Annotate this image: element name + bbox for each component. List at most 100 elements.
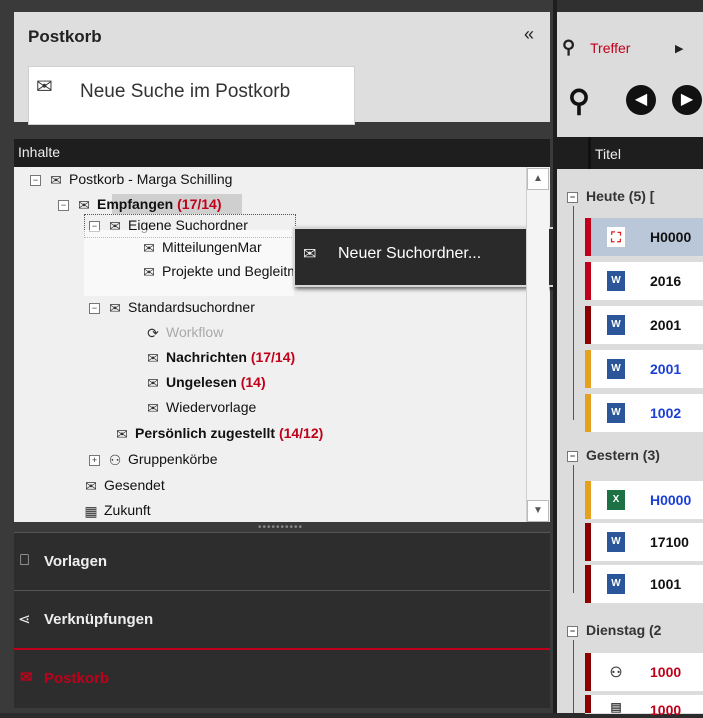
nav-label: Postkorb: [44, 670, 110, 687]
envelope-icon: ✉: [78, 197, 90, 214]
chevron-right-icon[interactable]: ▶: [675, 42, 683, 55]
collapse-toggle-icon[interactable]: −: [30, 174, 41, 186]
tree-label: Nachrichten: [166, 349, 247, 365]
tree-label: Empfangen: [97, 196, 174, 212]
word-icon: W: [607, 574, 625, 594]
group-label: Gestern (3): [586, 447, 660, 463]
new-search-label: Neue Suche im Postkorb: [80, 81, 291, 102]
collapse-toggle-icon[interactable]: −: [89, 302, 100, 314]
envelope-icon: ✉: [50, 172, 62, 189]
table-row[interactable]: [585, 565, 703, 604]
workflow-icon: ⟳: [147, 325, 159, 342]
scroll-up-icon[interactable]: ▲: [527, 168, 549, 190]
tree-label: Postkorb - Marga Schilling: [69, 171, 233, 187]
collapse-toggle-icon[interactable]: −: [567, 191, 578, 203]
group-label: Heute (5): [586, 188, 646, 204]
word-icon: W: [607, 403, 625, 423]
next-icon[interactable]: ▶: [672, 85, 702, 115]
collapse-icon[interactable]: «: [524, 24, 534, 45]
table-row[interactable]: [585, 350, 703, 389]
row-title: 2001: [650, 361, 682, 377]
tree-item-empfangen[interactable]: − ✉ Empfangen (17/14): [58, 194, 221, 214]
column-header-titel[interactable]: Titel: [595, 146, 621, 162]
status-bar: [585, 394, 591, 432]
row-title: H0000: [650, 229, 692, 245]
tree-label: Gruppenkörbe: [128, 451, 218, 467]
tree-item-root[interactable]: − ✉ Postkorb - Marga Schilling: [30, 169, 232, 189]
tree-line: [573, 206, 574, 420]
contents-header-bar: [14, 139, 550, 167]
count-badge: (17/14): [177, 196, 222, 212]
tree-item-workflow[interactable]: ⟳ Workflow: [144, 322, 223, 342]
tree-item-standardsuchordner[interactable]: − ✉ Standardsuchordner: [89, 297, 255, 317]
nav-verknuepfungen[interactable]: ⋖ Verknüpfungen: [14, 590, 550, 649]
panel-title: Postkorb: [28, 27, 102, 46]
scroll-down-icon[interactable]: ▼: [527, 500, 549, 522]
tree-label: Wiedervorlage: [166, 399, 257, 415]
table-row[interactable]: [585, 653, 703, 692]
table-row[interactable]: [585, 306, 703, 345]
table-row[interactable]: [585, 262, 703, 301]
envelope-icon: ✉: [116, 426, 128, 443]
word-icon: W: [607, 271, 625, 291]
treffer-label[interactable]: Treffer: [590, 40, 630, 56]
column-header-bar: [557, 137, 703, 169]
word-icon: W: [607, 532, 625, 552]
nav-label: Vorlagen: [44, 553, 108, 570]
tree-item-mitteilungen[interactable]: ✉ MitteilungenMar: [140, 237, 261, 257]
previous-icon[interactable]: ◀: [626, 85, 656, 115]
expand-toggle-icon[interactable]: +: [89, 454, 100, 466]
collapse-toggle-icon[interactable]: −: [567, 625, 578, 637]
collapse-toggle-icon[interactable]: −: [567, 450, 578, 462]
collapse-toggle-icon[interactable]: −: [58, 199, 69, 211]
status-bar: [585, 565, 591, 603]
count-badge: (14/12): [278, 425, 324, 441]
group-dienstag[interactable]: − Dienstag (2: [567, 622, 661, 638]
envelope-icon: ✉: [20, 669, 33, 686]
nav-vorlagen[interactable]: ⎕ Vorlagen: [14, 532, 550, 591]
status-bar: [585, 306, 591, 344]
status-bar: [585, 695, 591, 713]
tree-item-persoenlich[interactable]: ✉ Persönlich zugestellt (14/12): [113, 423, 323, 443]
tree-label: Persönlich zugestellt: [135, 425, 276, 441]
search-folder-icon: ✉: [143, 240, 155, 257]
nav-postkorb[interactable]: ✉ Postkorb: [14, 648, 550, 708]
group-icon: ⚇: [108, 452, 122, 469]
tree-scrollbar[interactable]: [526, 167, 549, 522]
envelope-icon: ✉: [147, 375, 159, 392]
column-separator: [588, 137, 591, 169]
tree-item-gruppenkoerbe[interactable]: + ⚇ Gruppenkörbe: [89, 449, 218, 469]
search-folder-icon: ✉: [109, 300, 121, 317]
group-label: Dienstag (2: [586, 622, 662, 638]
count-badge: (14): [240, 374, 266, 390]
document-icon: ▤: [610, 700, 622, 714]
status-bar: [585, 350, 591, 388]
group-heute[interactable]: − Heute (5) [: [567, 188, 654, 204]
row-title: 1000: [650, 702, 682, 718]
mail-search-icon: ✉: [36, 76, 53, 98]
tree-item-wiedervorlage[interactable]: ✉ Wiedervorlage: [144, 397, 256, 417]
search-icon[interactable]: ⚲: [568, 84, 590, 119]
search-folder-icon: ✉: [303, 246, 317, 263]
table-row[interactable]: [585, 394, 703, 433]
group-gestern[interactable]: − Gestern (3): [567, 447, 660, 463]
row-title: H0000: [650, 492, 692, 508]
tree-item-zukunft[interactable]: ▦ Zukunft: [82, 500, 151, 520]
tree-item-gesendet[interactable]: ✉ Gesendet: [82, 475, 165, 495]
status-bar: [585, 653, 591, 691]
contents-header-label: Inhalte: [18, 144, 61, 160]
status-bar: [585, 481, 591, 519]
share-icon: ⋖: [18, 611, 31, 628]
status-bar: [585, 523, 591, 561]
tree-label: Zukunft: [104, 502, 151, 518]
row-title: 1001: [650, 576, 682, 592]
menu-item-new-search-folder[interactable]: Neuer Suchordner...: [338, 245, 481, 263]
tree-line: [573, 465, 574, 593]
word-icon: W: [607, 315, 625, 335]
tree-item-ungelesen[interactable]: ✉ Ungelesen (14): [144, 372, 266, 392]
nav-label: Verknüpfungen: [44, 611, 154, 628]
tree-label: Gesendet: [104, 477, 165, 493]
tree-item-nachrichten[interactable]: ✉ Nachrichten (17/14): [144, 347, 295, 367]
tree-label: Ungelesen: [166, 374, 237, 390]
table-row[interactable]: [585, 695, 703, 714]
